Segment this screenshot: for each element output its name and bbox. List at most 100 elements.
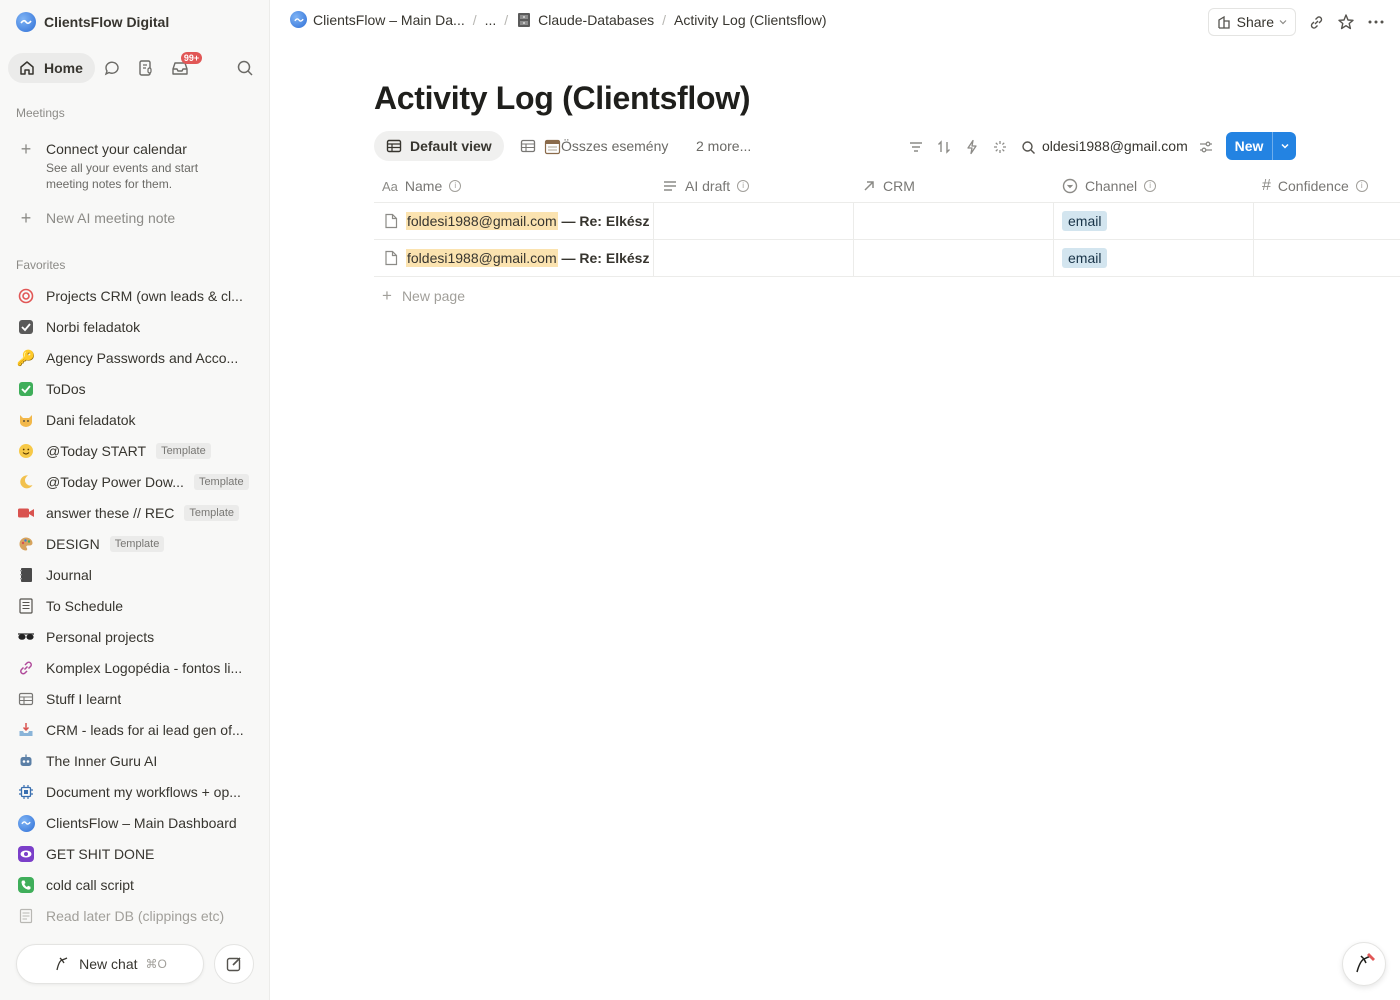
- meeting-notes-button[interactable]: [129, 53, 163, 83]
- sidebar-favorite-item[interactable]: Dani feladatok: [16, 406, 262, 434]
- automation-button[interactable]: [962, 137, 982, 157]
- more-options-button[interactable]: [1364, 10, 1388, 34]
- purple-eye-icon: [16, 844, 36, 864]
- home-button[interactable]: Home: [8, 53, 95, 83]
- favorite-label: Journal: [46, 567, 92, 583]
- sidebar-favorite-item[interactable]: The Inner Guru AI: [16, 747, 262, 775]
- new-page-compose-button[interactable]: [214, 944, 254, 984]
- favorite-label: answer these // REC: [46, 505, 175, 521]
- column-label: Name: [404, 178, 443, 194]
- sidebar-favorite-item[interactable]: @Today START Template: [16, 437, 262, 465]
- sidebar-favorite-item[interactable]: Komplex Logopédia - fontos li...: [16, 654, 262, 682]
- search-input[interactable]: oldesi1988@gmail.com: [1042, 138, 1188, 154]
- sidebar-topnav: Home 99+: [8, 52, 262, 84]
- view-toolbar: Default view Összes esemény 2 more... ol…: [374, 130, 1400, 164]
- home-icon: [20, 61, 34, 75]
- column-header-channel[interactable]: Channel i: [1054, 170, 1157, 202]
- column-label: Channel: [1085, 178, 1138, 194]
- table-row[interactable]: foldesi1988@gmail.com — Re: Elkész email: [374, 203, 1400, 240]
- chevron-down-icon: [1279, 20, 1287, 25]
- tab-default-view[interactable]: Default view: [374, 131, 504, 161]
- sidebar-favorite-item[interactable]: Document my workflows + op...: [16, 778, 262, 806]
- template-badge: Template: [109, 536, 165, 552]
- cell-name[interactable]: foldesi1988@gmail.com — Re: Elkész: [374, 203, 654, 239]
- sparkle-icon: [994, 141, 1006, 153]
- breadcrumb-item-claude-databases[interactable]: Claude-Databases: [516, 12, 654, 28]
- page-title[interactable]: Activity Log (Clientsflow): [374, 80, 751, 117]
- breadcrumb-item-ellipsis[interactable]: ...: [485, 12, 497, 28]
- sidebar-favorite-item[interactable]: cold call script: [16, 871, 262, 899]
- search-button[interactable]: [1018, 137, 1038, 157]
- new-record-button[interactable]: New: [1226, 132, 1296, 160]
- sidebar-favorite-item[interactable]: Personal projects: [16, 623, 262, 651]
- table-icon: [386, 139, 402, 153]
- breadcrumb-item-current[interactable]: Activity Log (Clientsflow): [674, 12, 827, 28]
- favorite-button[interactable]: [1334, 10, 1358, 34]
- filter-icon: [910, 142, 922, 152]
- new-ai-meeting-note-item[interactable]: + New AI meeting note: [16, 208, 175, 228]
- column-header-crm[interactable]: CRM: [854, 170, 915, 202]
- cell-confidence[interactable]: [1254, 203, 1400, 239]
- sidebar-favorite-item[interactable]: To Schedule: [16, 592, 262, 620]
- cell-crm[interactable]: [854, 203, 1054, 239]
- inbox-button[interactable]: 99+: [163, 52, 203, 83]
- info-icon: i: [1355, 180, 1368, 192]
- column-header-ai-draft[interactable]: AI draft i: [654, 170, 750, 202]
- lightning-icon: [967, 139, 977, 155]
- sidebar-favorite-item[interactable]: Read later DB (clippings etc): [16, 902, 262, 930]
- sidebar-favorite-item[interactable]: @Today Power Dow... Template: [16, 468, 262, 496]
- breadcrumb: ClientsFlow – Main Da... / ... / Claude-…: [290, 11, 827, 28]
- target-icon: [16, 286, 36, 306]
- page-icon: [385, 250, 398, 266]
- new-chat-button[interactable]: New chat ⌘O: [16, 944, 204, 984]
- cell-channel[interactable]: email: [1054, 203, 1254, 239]
- calendar-icon: [544, 139, 561, 154]
- plus-icon: +: [20, 208, 32, 228]
- cell-confidence[interactable]: [1254, 240, 1400, 276]
- cell-ai-draft[interactable]: [654, 203, 854, 239]
- sidebar-favorite-item[interactable]: Norbi feladatok: [16, 313, 262, 341]
- chat-button[interactable]: [95, 53, 129, 83]
- cell-crm[interactable]: [854, 240, 1054, 276]
- breadcrumb-separator: /: [504, 11, 509, 28]
- tab-osszes-esemeny[interactable]: Összes esemény: [508, 131, 680, 161]
- sidebar-favorite-item[interactable]: ClientsFlow – Main Dashboard: [16, 809, 262, 837]
- filter-button[interactable]: [906, 137, 926, 157]
- column-header-name[interactable]: Aa Name i: [374, 170, 462, 202]
- sidebar-favorite-item[interactable]: answer these // REC Template: [16, 499, 262, 527]
- sidebar-favorite-item[interactable]: DESIGN Template: [16, 530, 262, 558]
- copy-link-button[interactable]: [1304, 10, 1328, 34]
- new-page-row-button[interactable]: + New page: [382, 286, 465, 306]
- cell-name[interactable]: foldesi1988@gmail.com — Re: Elkész: [374, 240, 654, 276]
- connect-calendar-item[interactable]: + Connect your calendar See all your eve…: [16, 140, 236, 192]
- notebook-icon: [16, 565, 36, 585]
- table-row[interactable]: foldesi1988@gmail.com — Re: Elkész email: [374, 240, 1400, 277]
- cell-channel[interactable]: email: [1054, 240, 1254, 276]
- sidebar-favorite-item[interactable]: CRM - leads for ai lead gen of...: [16, 716, 262, 744]
- ai-assistant-button[interactable]: [1342, 942, 1386, 986]
- workspace-switcher[interactable]: ClientsFlow Digital: [16, 11, 169, 33]
- sort-button[interactable]: [934, 137, 954, 157]
- sidebar-favorite-item[interactable]: ToDos: [16, 375, 262, 403]
- view-settings-button[interactable]: [1196, 137, 1216, 157]
- search-button[interactable]: [228, 53, 262, 83]
- cell-ai-draft[interactable]: [654, 240, 854, 276]
- more-views-button[interactable]: 2 more...: [684, 131, 763, 161]
- link-icon: [1310, 15, 1322, 29]
- sidebar-favorite-item[interactable]: Stuff I learnt: [16, 685, 262, 713]
- favorite-label: @Today START: [46, 443, 147, 459]
- sidebar-favorite-item[interactable]: 🔑 Agency Passwords and Acco...: [16, 344, 262, 372]
- new-dropdown-button[interactable]: [1272, 132, 1296, 160]
- sidebar-favorite-item[interactable]: Projects CRM (own leads & cl...: [16, 282, 262, 310]
- favorite-label: Agency Passwords and Acco...: [46, 350, 239, 366]
- breadcrumb-separator: /: [662, 11, 667, 28]
- breadcrumb-item-dashboard[interactable]: ClientsFlow – Main Da...: [290, 11, 465, 28]
- ai-autofill-button[interactable]: [990, 137, 1010, 157]
- robot-icon: [16, 751, 36, 771]
- search-icon: [237, 60, 253, 76]
- share-button[interactable]: Share: [1207, 8, 1296, 36]
- sidebar-favorite-item[interactable]: GET SHIT DONE: [16, 840, 262, 868]
- column-header-confidence[interactable]: # Confidence i: [1254, 170, 1368, 202]
- sidebar-favorite-item[interactable]: Journal: [16, 561, 262, 589]
- palette-icon: [16, 534, 36, 554]
